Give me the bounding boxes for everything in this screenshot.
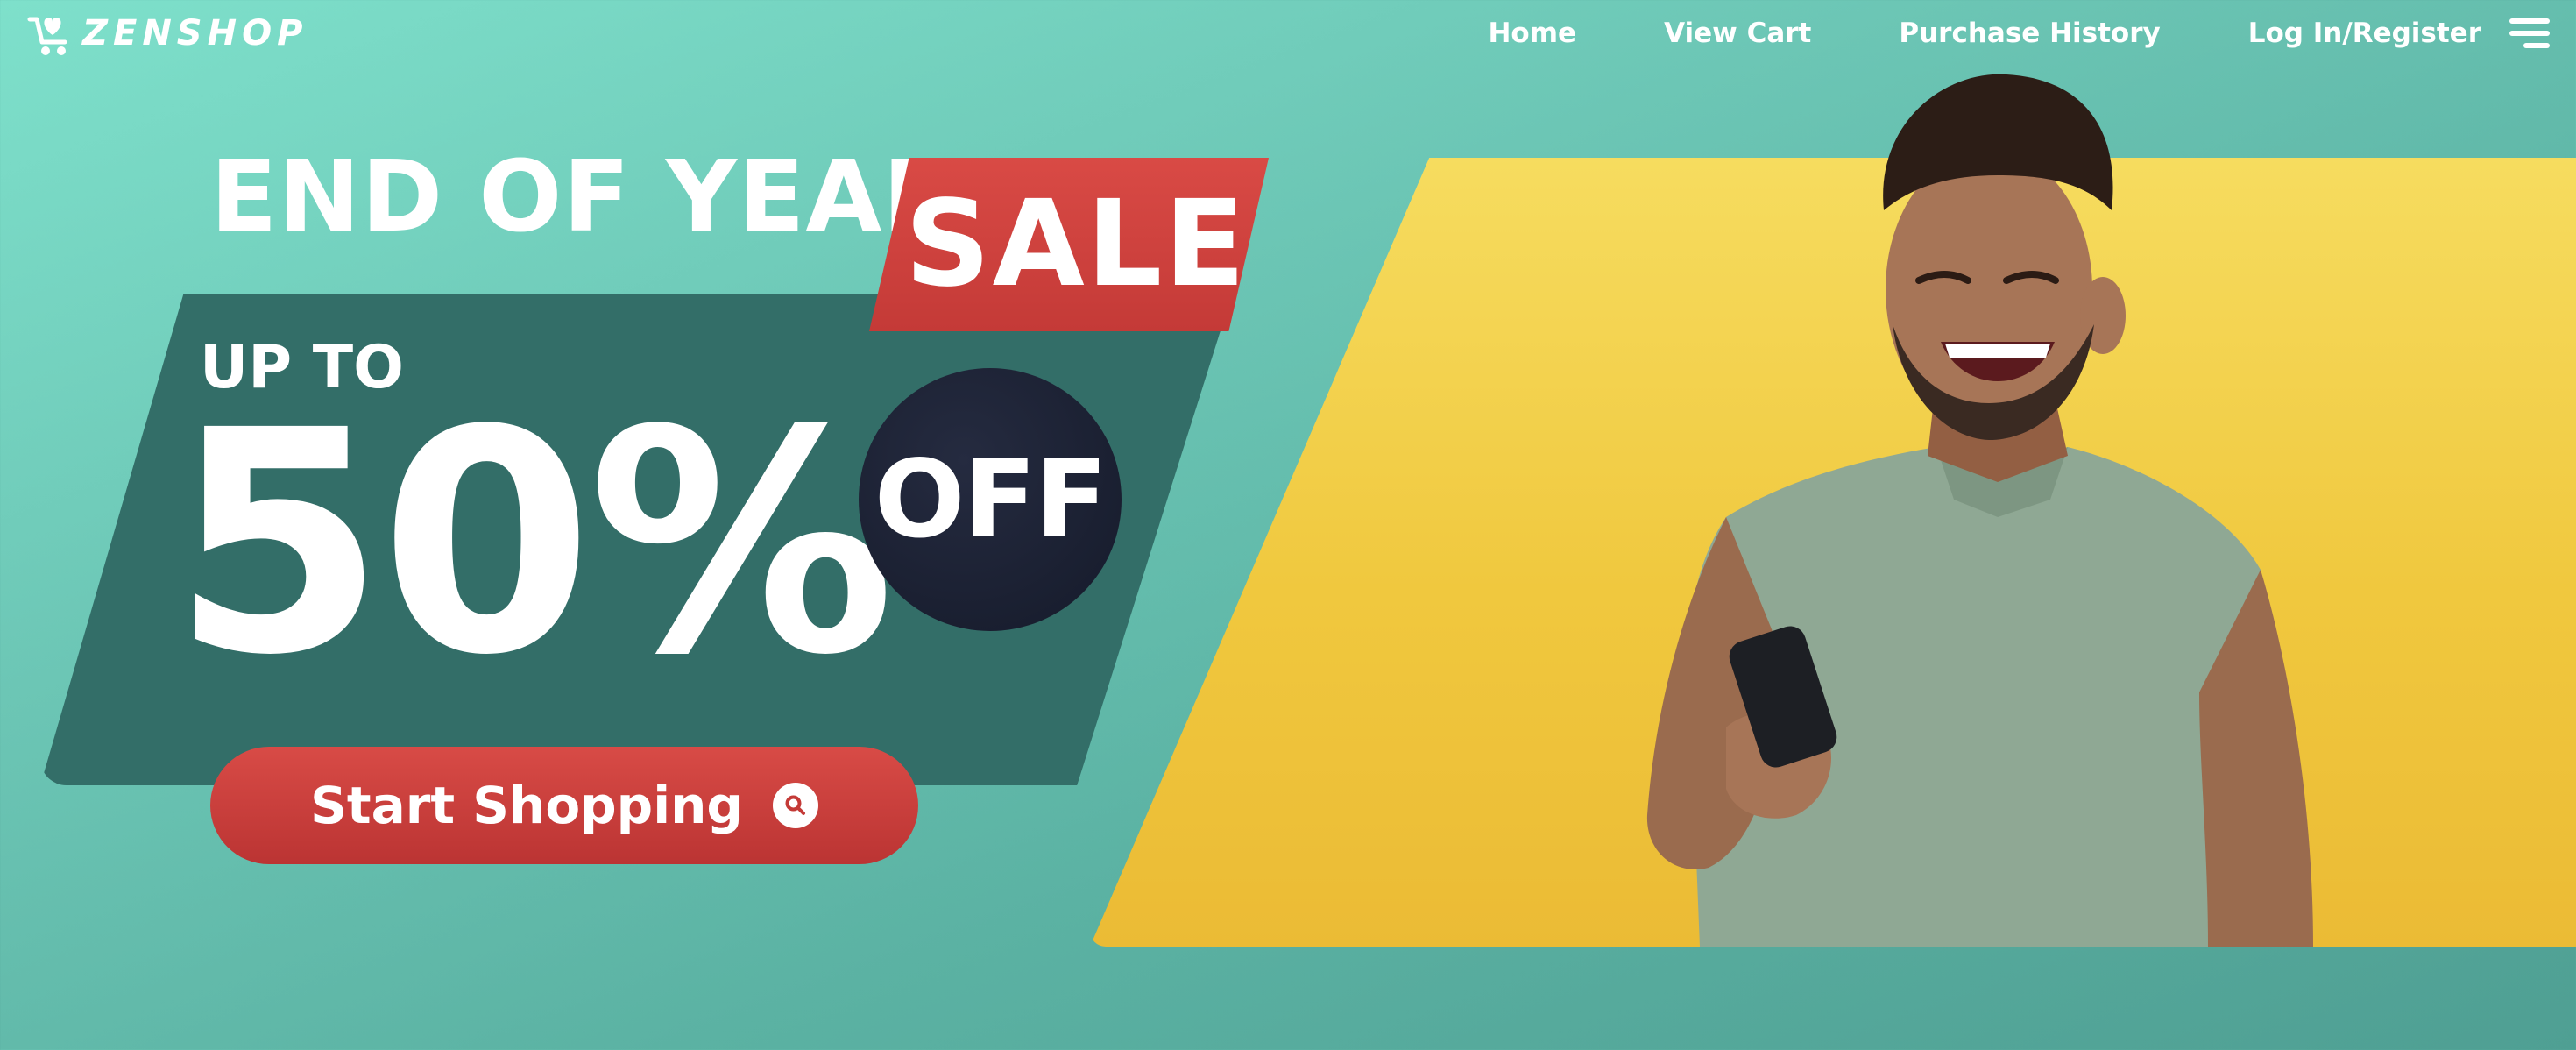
discount-value: 50% [172, 365, 895, 722]
off-badge: OFF [859, 368, 1122, 631]
hero-image [1646, 74, 2313, 947]
main-nav: Home View Cart Purchase History Log In/R… [1488, 9, 2550, 58]
nav-link-purchase-history[interactable]: Purchase History [1899, 18, 2160, 49]
nav-link-view-cart[interactable]: View Cart [1664, 18, 1811, 49]
start-shopping-label: Start Shopping [310, 776, 743, 835]
hamburger-menu-icon[interactable] [2509, 17, 2550, 50]
nav-link-home[interactable]: Home [1488, 18, 1576, 49]
search-icon [772, 783, 818, 828]
brand-logo[interactable]: ZENSHOP [26, 5, 308, 61]
off-badge-label: OFF [874, 437, 1108, 562]
sale-badge: SALE [869, 158, 1269, 331]
shopping-cart-heart-icon [27, 17, 67, 55]
sale-badge-label: SALE [904, 175, 1248, 314]
start-shopping-button[interactable]: Start Shopping [210, 747, 918, 864]
sale-headline: END OF YEAR [210, 140, 959, 254]
brand-name: ZENSHOP [82, 13, 308, 53]
nav-link-login-register[interactable]: Log In/Register [2248, 18, 2481, 49]
